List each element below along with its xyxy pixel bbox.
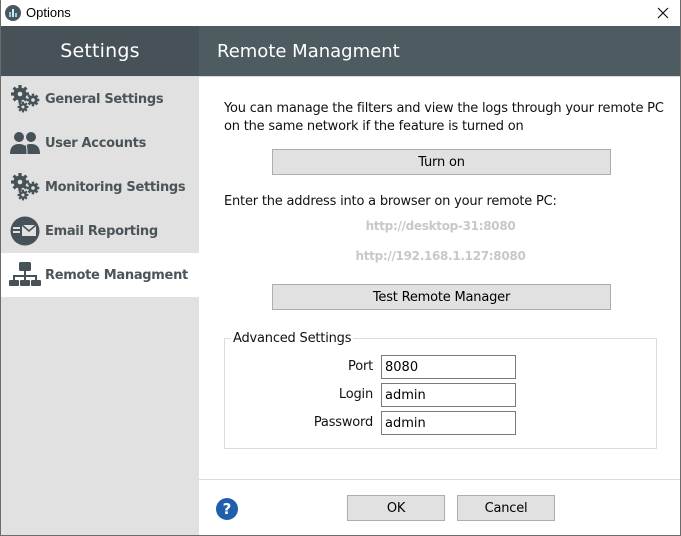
sidebar-item-email-reporting[interactable]: Email Reporting xyxy=(1,209,199,253)
sidebar-item-label: General Settings xyxy=(45,91,164,107)
gears-icon xyxy=(9,84,41,114)
remote-management-panel: You can manage the filters and view the … xyxy=(199,77,680,477)
ok-button[interactable]: OK xyxy=(347,495,445,521)
close-button[interactable] xyxy=(648,0,678,26)
email-icon xyxy=(9,216,41,246)
advanced-settings-title: Advanced Settings xyxy=(231,331,354,346)
app-icon xyxy=(5,5,21,21)
ip-url-link[interactable]: http://192.168.1.127:8080 xyxy=(199,249,680,263)
page-title: Remote Managment xyxy=(217,40,400,62)
page-header: Remote Managment xyxy=(199,26,680,76)
users-icon xyxy=(9,128,41,158)
login-input[interactable] xyxy=(381,383,516,407)
port-row: Port xyxy=(225,355,658,379)
sidebar-item-remote-managment[interactable]: Remote Managment xyxy=(1,253,199,297)
password-input[interactable] xyxy=(381,411,516,435)
sidebar-item-label: Remote Managment xyxy=(45,267,188,283)
close-icon xyxy=(657,7,669,19)
port-input[interactable] xyxy=(381,355,516,379)
turn-on-button[interactable]: Turn on xyxy=(272,149,611,175)
sidebar-item-user-accounts[interactable]: User Accounts xyxy=(1,121,199,165)
sidebar-item-label: Email Reporting xyxy=(45,223,158,239)
help-icon[interactable]: ? xyxy=(216,498,238,520)
settings-heading: Settings xyxy=(60,40,140,62)
cancel-button[interactable]: Cancel xyxy=(457,495,555,521)
test-remote-manager-button[interactable]: Test Remote Manager xyxy=(272,284,611,310)
sidebar-item-label: Monitoring Settings xyxy=(45,179,186,195)
options-window: Options Settings Remote Managment Genera… xyxy=(0,0,681,536)
password-label: Password xyxy=(313,415,373,430)
network-icon xyxy=(9,260,41,290)
sidebar-item-general-settings[interactable]: General Settings xyxy=(1,77,199,121)
sidebar-item-label: User Accounts xyxy=(45,135,147,151)
sidebar-item-monitoring-settings[interactable]: Monitoring Settings xyxy=(1,165,199,209)
hostname-url-link[interactable]: http://desktop-31:8080 xyxy=(199,219,680,233)
gears-icon xyxy=(9,172,41,202)
settings-header: Settings xyxy=(1,26,199,76)
title-bar: Options xyxy=(1,0,680,26)
intro-text: You can manage the filters and view the … xyxy=(224,101,664,134)
port-label: Port xyxy=(348,359,373,374)
login-row: Login xyxy=(225,383,658,407)
login-label: Login xyxy=(338,387,373,402)
password-row: Password xyxy=(225,411,658,435)
window-title: Options xyxy=(26,5,71,20)
advanced-settings-group: Advanced Settings Port Login Password xyxy=(224,331,658,449)
sidebar: General Settings User Accounts Monitorin… xyxy=(1,77,199,535)
address-instructions: Enter the address into a browser on your… xyxy=(224,194,557,209)
dialog-footer: ? OK Cancel xyxy=(199,480,680,535)
